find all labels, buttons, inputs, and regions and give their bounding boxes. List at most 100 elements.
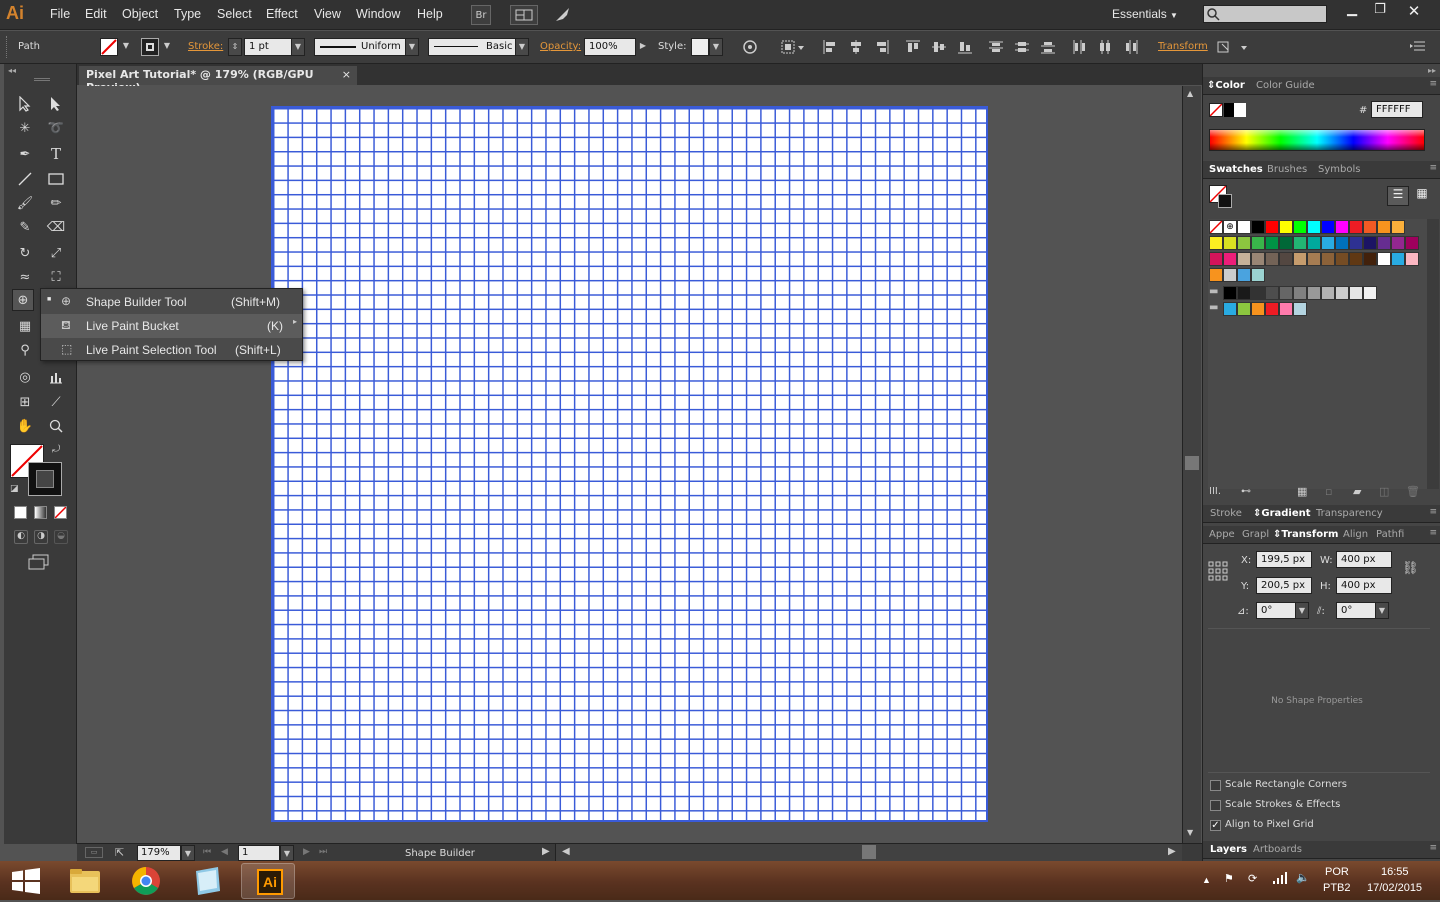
menu-object[interactable]: Object (122, 7, 158, 21)
tab-transform[interactable]: ⇕Transform (1273, 529, 1338, 540)
swatch-item[interactable] (1335, 236, 1349, 250)
swatch-item[interactable] (1293, 302, 1307, 316)
brush-dropdown[interactable]: ▼ (515, 38, 529, 56)
swatch-item[interactable] (1251, 302, 1265, 316)
tab-symbols[interactable]: Symbols (1318, 164, 1360, 175)
scale-strokes-checkbox[interactable] (1210, 800, 1221, 811)
swatch-item[interactable] (1223, 236, 1237, 250)
shear-field[interactable]: 0° (1336, 602, 1376, 619)
artboard-tool-icon[interactable]: ⊞ (14, 391, 36, 413)
gpu-performance-icon[interactable] (553, 5, 573, 25)
tab-color[interactable]: ⇕Color (1207, 80, 1245, 91)
swatch-item[interactable] (1321, 236, 1335, 250)
reference-point-icon[interactable] (1208, 561, 1228, 584)
swatch-item[interactable] (1251, 220, 1265, 234)
flyout-item-live-paint-selection[interactable]: ⬚ Live Paint Selection Tool (Shift+L) (41, 338, 302, 362)
menu-edit[interactable]: Edit (85, 7, 107, 21)
align-horizontal-center-icon[interactable] (848, 39, 864, 58)
illustrator-taskbar-button[interactable]: Ai (241, 863, 295, 899)
zoom-field[interactable]: 179% (137, 845, 181, 861)
default-fill-stroke-icon[interactable]: ◪ (10, 484, 19, 494)
swatch-item[interactable] (1223, 286, 1237, 300)
swatch-stroke[interactable] (1218, 194, 1232, 208)
status-menu-arrow-icon[interactable]: ▶ (542, 846, 550, 857)
zoom-tool-icon[interactable] (45, 415, 67, 437)
swatch-item[interactable] (1293, 236, 1307, 250)
swatch-item[interactable] (1377, 220, 1391, 234)
style-dropdown[interactable]: ▼ (709, 38, 723, 56)
swatch-item[interactable] (1335, 252, 1349, 266)
scroll-left-icon[interactable]: ◀ (562, 846, 570, 857)
panel-menu-icon[interactable]: ≡ (1429, 79, 1437, 89)
show-swatch-kinds-icon[interactable]: ⊷ (1241, 486, 1251, 497)
rotate-field[interactable]: 0° (1256, 602, 1296, 619)
swatch-item[interactable] (1251, 268, 1265, 282)
pen-tool-icon[interactable]: ✒ (14, 143, 36, 165)
fill-dropdown[interactable]: ▼ (119, 38, 133, 56)
next-artboard-icon[interactable]: ▶ (303, 847, 310, 857)
swatch-item[interactable] (1223, 252, 1237, 266)
scroll-up-icon[interactable]: ▲ (1187, 89, 1193, 98)
lasso-tool-icon[interactable]: ➰ (45, 117, 67, 139)
shape-builder-tool-icon[interactable]: ⊕ (12, 289, 34, 311)
zoom-dropdown[interactable]: ▼ (181, 845, 195, 861)
collapse-panel-icon[interactable]: ◂◂ (8, 66, 16, 75)
flyout-item-live-paint-bucket[interactable]: ⛾ Live Paint Bucket (K) (41, 314, 302, 338)
tab-align[interactable]: Align (1343, 529, 1368, 540)
stroke-swatch[interactable] (141, 38, 159, 56)
swatch-item[interactable] (1321, 252, 1335, 266)
align-pixel-grid-checkbox[interactable]: ✓ (1210, 820, 1221, 831)
profile-dropdown[interactable]: ▼ (405, 38, 419, 56)
distribute-left-icon[interactable] (1071, 39, 1087, 58)
tab-graphic-styles[interactable]: Grapl (1242, 529, 1269, 540)
expand-dock-icon[interactable]: ▸▸ (1428, 66, 1436, 75)
swatch-item[interactable] (1321, 220, 1335, 234)
x-field[interactable]: 199,5 px (1256, 551, 1312, 568)
swatch-item[interactable] (1237, 286, 1251, 300)
align-to-icon[interactable] (781, 39, 805, 58)
tab-transparency[interactable]: Transparency (1316, 508, 1383, 519)
workspace-switcher[interactable]: Essentials ▼ (1112, 7, 1178, 21)
swatch-item[interactable] (1405, 252, 1419, 266)
control-menu-icon[interactable] (1410, 40, 1426, 55)
stroke-label[interactable]: Stroke: (188, 41, 223, 52)
stroke-indicator[interactable] (28, 462, 62, 496)
menu-file[interactable]: File (50, 7, 70, 21)
menu-type[interactable]: Type (174, 7, 201, 21)
swatch-item[interactable] (1293, 252, 1307, 266)
action-center-flag-icon[interactable]: ⚑ (1224, 872, 1234, 885)
volume-icon[interactable]: 🔈 (1296, 871, 1310, 884)
blob-brush-tool-icon[interactable]: ✎ (14, 216, 36, 238)
column-graph-tool-icon[interactable] (45, 366, 67, 388)
drag-handle[interactable] (6, 36, 9, 58)
tab-gradient[interactable]: ⇕Gradient (1253, 508, 1311, 519)
align-vertical-center-icon[interactable] (931, 39, 947, 58)
last-artboard-icon[interactable]: ⏭ (319, 847, 327, 857)
tab-pathfinder[interactable]: Pathfi (1376, 529, 1404, 540)
new-color-group-icon[interactable]: ▰ (1353, 485, 1361, 498)
swatch-item[interactable] (1279, 236, 1293, 250)
draw-behind-icon[interactable]: ◑ (34, 530, 48, 544)
menu-help[interactable]: Help (417, 7, 443, 21)
direct-selection-tool-icon[interactable] (45, 93, 67, 115)
hex-field[interactable]: FFFFFF (1371, 101, 1423, 118)
menu-window[interactable]: Window (356, 7, 400, 21)
tearoff-arrow-icon[interactable]: ▸ (293, 317, 297, 326)
shear-dropdown[interactable]: ▼ (1375, 602, 1389, 619)
h-field[interactable]: 400 px (1336, 577, 1392, 594)
swatch-libraries-icon[interactable]: IIΙ. (1209, 486, 1221, 497)
distribute-bottom-icon[interactable] (1040, 39, 1056, 58)
swatch-item[interactable] (1293, 286, 1307, 300)
isolate-icon[interactable] (1217, 39, 1247, 58)
menu-view[interactable]: View (314, 7, 341, 21)
arrange-documents-button[interactable] (510, 5, 538, 25)
swatch-item[interactable] (1265, 252, 1279, 266)
swatch-item[interactable] (1279, 252, 1293, 266)
swatch-item[interactable] (1335, 220, 1349, 234)
swatch-item[interactable] (1265, 220, 1279, 234)
tab-artboards[interactable]: Artboards (1253, 844, 1302, 855)
scroll-right-icon[interactable]: ▶ (1168, 846, 1176, 857)
graphic-style-swatch[interactable] (691, 38, 709, 56)
swatch-item[interactable] (1307, 286, 1321, 300)
swatch-item[interactable] (1363, 236, 1377, 250)
